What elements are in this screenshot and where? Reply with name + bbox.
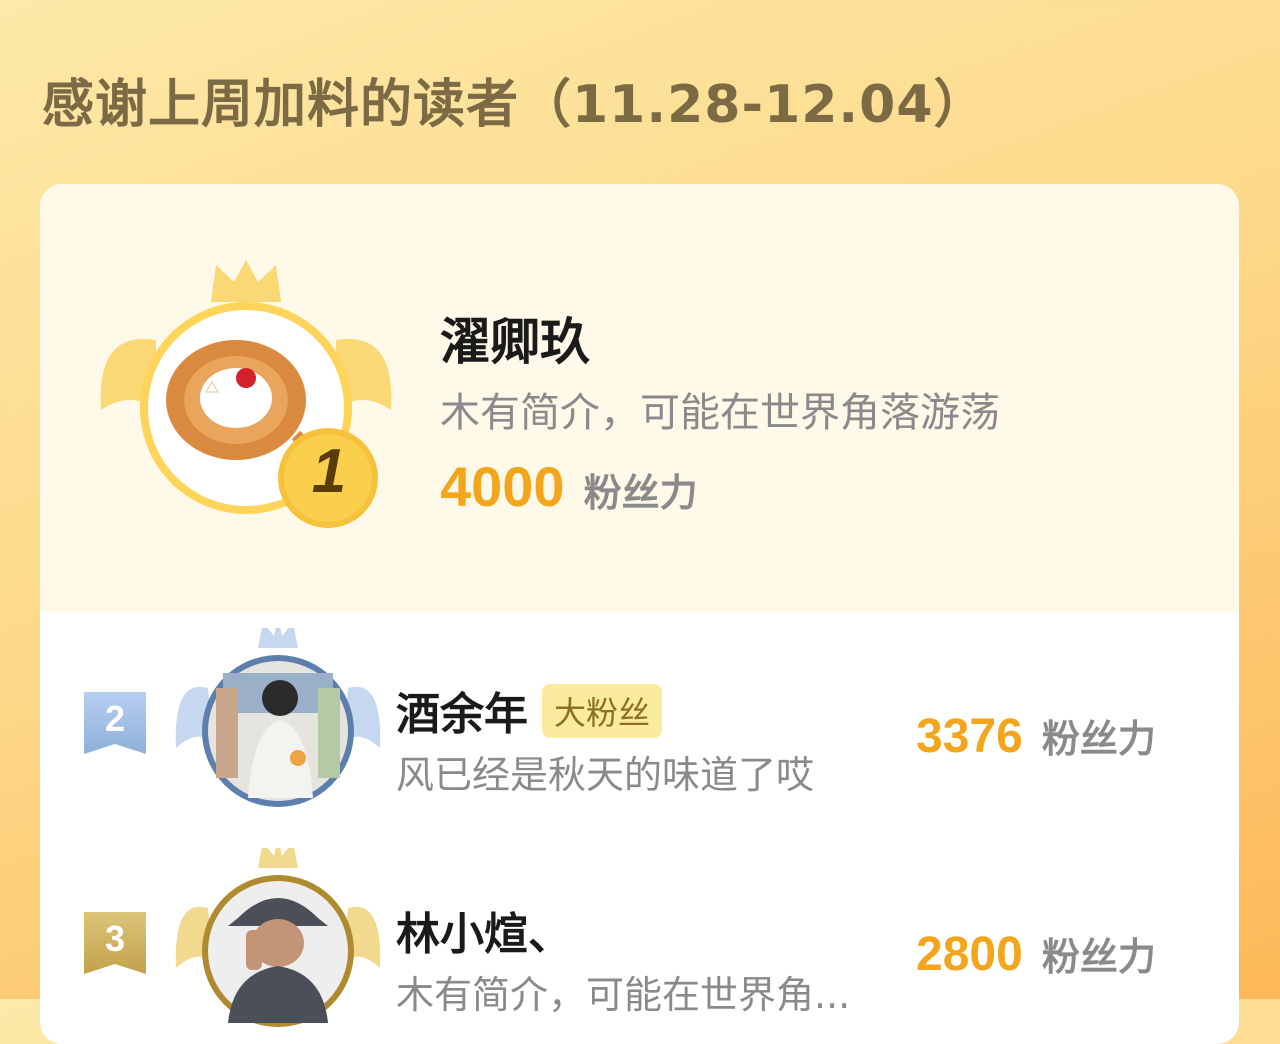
rank-flag-3: 3 xyxy=(84,912,148,978)
score-unit-label: 粉丝力 xyxy=(1041,935,1156,979)
rank-number: 3 xyxy=(104,918,126,959)
silver-wing-frame-icon xyxy=(175,628,381,807)
reader-bio: 木有简介，可能在世界角... xyxy=(396,973,851,1017)
top-reader-score: 4000 粉丝力 xyxy=(440,454,698,519)
score-unit-label: 粉丝力 xyxy=(1041,717,1156,761)
reader-name[interactable]: 林小煊、 xyxy=(396,898,572,962)
cat-pastry-avatar-icon xyxy=(166,340,310,466)
top-reader-section[interactable]: 1 濯卿玖 木有简介，可能在世界角落游荡 4000 粉丝力 xyxy=(40,184,1239,612)
top-reader-name[interactable]: 濯卿玖 xyxy=(440,302,590,374)
leaderboard-card: 1 濯卿玖 木有简介，可能在世界角落游荡 4000 粉丝力 2 酒余年 大粉丝 … xyxy=(40,184,1239,1044)
list-item[interactable]: 2 酒余年 大粉丝 风已经是秋天的味道了哎 3376 粉丝力 xyxy=(40,624,1239,824)
score-value: 3376 xyxy=(916,710,1023,763)
rank-flag-2: 2 xyxy=(84,692,148,758)
fan-badge: 大粉丝 xyxy=(542,684,663,738)
score-value: 2800 xyxy=(916,928,1023,981)
rank-number: 2 xyxy=(104,698,126,739)
score-value: 4000 xyxy=(440,455,565,518)
rank-number-1: 1 xyxy=(311,437,347,506)
top-reader-bio: 木有简介，可能在世界角落游荡 xyxy=(440,390,1000,436)
bronze-wing-frame-icon xyxy=(175,848,381,1027)
list-item[interactable]: 3 林小煊、 木有简介，可能在世界角... 2800 粉丝力 xyxy=(40,844,1239,1044)
reader-bio: 风已经是秋天的味道了哎 xyxy=(396,753,815,797)
reader-name[interactable]: 酒余年 大粉丝 xyxy=(396,678,663,744)
reader-score: 3376 粉丝力 xyxy=(916,708,1156,764)
reader-name-text: 酒余年 xyxy=(396,689,528,740)
page-title: 感谢上周加料的读者（11.28-12.04） xyxy=(42,75,987,135)
score-unit-label: 粉丝力 xyxy=(583,471,698,515)
reader-score: 2800 粉丝力 xyxy=(916,926,1156,982)
